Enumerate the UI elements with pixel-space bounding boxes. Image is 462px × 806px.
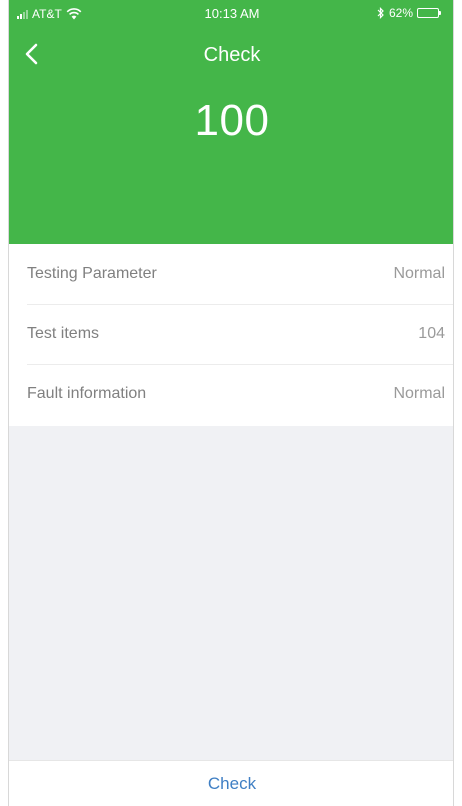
bluetooth-icon	[377, 7, 384, 19]
battery-icon	[417, 8, 441, 18]
result-list: Testing Parameter Normal Test items 104 …	[9, 244, 453, 426]
list-item-label: Testing Parameter	[27, 265, 157, 282]
list-item-value: Normal	[393, 385, 445, 402]
list-bottom	[9, 424, 453, 426]
header: AT&T 10:13 AM 62% Check 100	[9, 0, 453, 244]
list-item-label: Test items	[27, 325, 100, 342]
list-item-testing-parameter[interactable]: Testing Parameter Normal	[9, 244, 453, 304]
footer-bar: Check	[9, 760, 453, 806]
list-item-value: 104	[418, 325, 445, 342]
list-item-value: Normal	[393, 265, 445, 282]
app-screen: AT&T 10:13 AM 62% Check 100 Testing Para…	[8, 0, 454, 806]
status-right: 62%	[377, 6, 441, 20]
list-item-test-items[interactable]: Test items 104	[9, 304, 453, 364]
battery-percent: 62%	[388, 6, 413, 20]
list-item-fault-information[interactable]: Fault information Normal	[9, 364, 453, 424]
list-item-label: Fault information	[27, 385, 147, 402]
status-bar: AT&T 10:13 AM 62%	[9, 0, 453, 26]
check-score: 100	[194, 96, 270, 145]
nav-bar: Check	[9, 28, 453, 78]
page-title: Check	[203, 44, 261, 66]
check-button[interactable]: Check	[208, 774, 256, 794]
